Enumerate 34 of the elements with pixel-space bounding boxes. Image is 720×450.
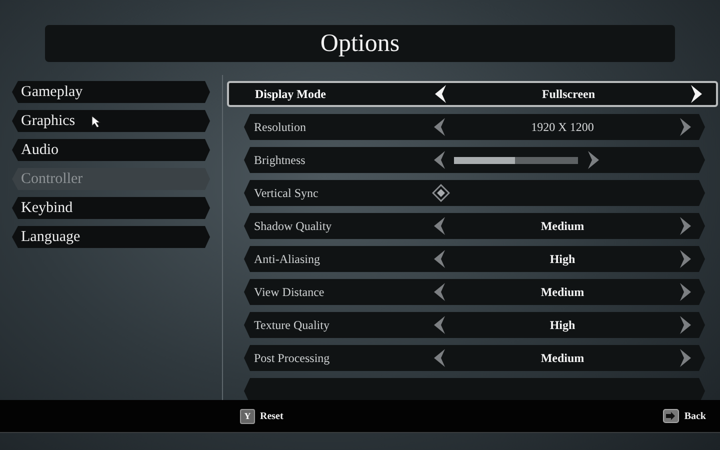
setting-label: Resolution bbox=[254, 120, 308, 134]
menu-item[interactable]: Language bbox=[12, 226, 210, 248]
setting-label: Post Processing bbox=[254, 350, 331, 366]
setting-value: High bbox=[548, 318, 576, 332]
screen-title: Options bbox=[320, 30, 400, 58]
key-badge: Y bbox=[240, 408, 255, 424]
setting-value: 1920 X 1200 bbox=[530, 120, 595, 134]
setting-label: Anti-Aliasing bbox=[254, 252, 321, 266]
menu-item[interactable]: Graphics bbox=[12, 110, 210, 132]
setting-value: Medium bbox=[540, 284, 586, 300]
left-arrow-button[interactable] bbox=[433, 84, 449, 104]
setting-row[interactable]: Display Mode Fullscreen bbox=[227, 81, 718, 107]
cursor-icon bbox=[91, 114, 102, 128]
setting-value: High bbox=[548, 252, 576, 266]
brightness-slider[interactable] bbox=[454, 156, 578, 164]
menu-item[interactable]: Audio bbox=[12, 139, 210, 161]
setting-label: Texture Quality bbox=[254, 318, 330, 332]
checkbox-diamond[interactable] bbox=[432, 184, 450, 202]
setting-row[interactable]: Brightness bbox=[244, 147, 705, 173]
right-arrow-button[interactable] bbox=[688, 84, 704, 104]
setting-row[interactable]: Vertical Sync bbox=[244, 180, 705, 206]
setting-value: Medium bbox=[540, 218, 586, 234]
setting-label: View Distance bbox=[254, 284, 326, 300]
reset-button[interactable]: Reset bbox=[260, 410, 284, 422]
back-button[interactable]: Back bbox=[684, 410, 706, 422]
backspace-key-icon bbox=[663, 409, 680, 423]
setting-value: Fullscreen bbox=[540, 86, 596, 102]
setting-label: Shadow Quality bbox=[254, 218, 333, 234]
menu-item[interactable]: Gameplay bbox=[12, 81, 210, 103]
setting-label: Display Mode bbox=[255, 86, 328, 102]
setting-label: Brightness bbox=[254, 152, 306, 168]
setting-value: Medium bbox=[540, 350, 586, 366]
menu-item[interactable]: Keybind bbox=[12, 197, 210, 219]
setting-label: Vertical Sync bbox=[254, 186, 320, 200]
